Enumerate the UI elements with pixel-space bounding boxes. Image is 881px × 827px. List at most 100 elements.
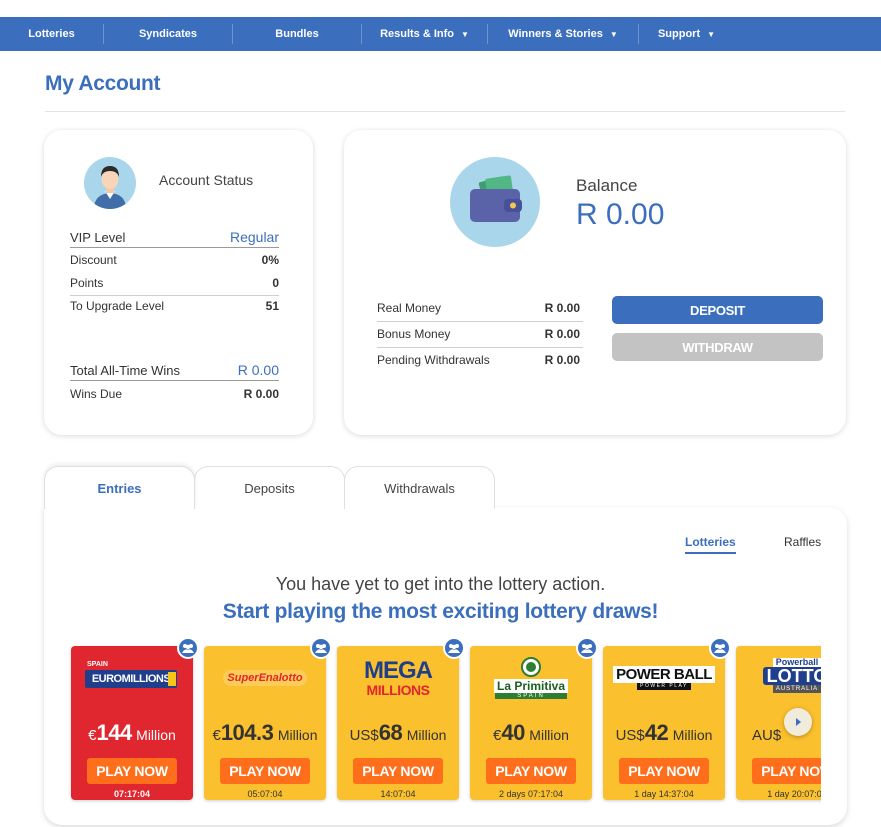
jackpot: US$42 Million: [603, 720, 725, 746]
top-nav: Lotteries Syndicates Bundles Results & I…: [0, 17, 881, 51]
play-now-button[interactable]: PLAY NOW: [353, 758, 443, 784]
discount-label: Discount: [70, 253, 117, 267]
carousel-next-button[interactable]: [784, 708, 812, 736]
divider: [70, 247, 279, 248]
nav-lotteries[interactable]: Lotteries: [0, 17, 103, 51]
logo-top-text: MEGA: [364, 657, 433, 684]
nav-label: Results & Info: [380, 28, 455, 40]
logo-main-text: MILLIONS: [366, 682, 430, 698]
withdraw-button[interactable]: WITHDRAW: [612, 333, 823, 361]
bonus-money-row: Bonus Money R 0.00: [377, 327, 580, 341]
page-title: My Account: [45, 72, 161, 95]
jackpot-unit: Million: [529, 727, 569, 743]
globe-icon: [521, 657, 541, 677]
group-play-icon: [709, 637, 731, 659]
lottery-card-mega-millions[interactable]: MEGA MILLIONS US$68 Million PLAY NOW 14:…: [337, 646, 459, 800]
jackpot-unit: Million: [406, 727, 447, 743]
play-now-button[interactable]: PLAY NOW: [220, 758, 310, 784]
draw-countdown: 1 day 14:37:04: [634, 789, 694, 799]
play-arrow-icon: [796, 718, 801, 726]
user-avatar-icon: [94, 166, 126, 209]
divider: [70, 380, 279, 381]
upgrade-label: To Upgrade Level: [70, 299, 165, 313]
logo-main-text: POWER BALL: [613, 666, 715, 683]
empty-entries-message: You have yet to get into the lottery act…: [275, 574, 606, 594]
nav-label: Support: [657, 28, 701, 40]
play-now-button[interactable]: PLAY NOW: [486, 758, 576, 784]
jackpot-amount: 144: [96, 720, 132, 745]
play-now-button[interactable]: PLAY NOW: [619, 758, 709, 784]
logo-sub-text: AUSTRALIA: [772, 685, 821, 693]
discount-row: Discount 0%: [70, 253, 279, 267]
vip-level-value: Regular: [229, 229, 279, 245]
draw-countdown: 07:17:04: [113, 789, 151, 799]
nav-support[interactable]: Support ▼: [639, 17, 734, 51]
vip-level-row: VIP Level Regular: [70, 229, 279, 245]
play-now-button[interactable]: PLAY NOW: [87, 758, 177, 784]
caret-down-icon: ▼: [461, 29, 469, 39]
upgrade-value: 51: [265, 299, 279, 313]
logo-stripe: [168, 672, 176, 686]
jackpot-unit: Million: [277, 727, 318, 743]
jackpot: US$68 Million: [337, 720, 459, 746]
lottery-card-euromillions[interactable]: SPAIN EUROMILLIONS €144 Million PLAY NOW…: [71, 646, 193, 800]
group-play-icon: [177, 637, 199, 659]
upgrade-row: To Upgrade Level 51: [70, 299, 279, 313]
jackpot-currency: US$: [615, 727, 645, 744]
nav-label: Lotteries: [28, 28, 75, 40]
real-money-value: R 0.00: [544, 301, 580, 315]
nav-syndicates[interactable]: Syndicates: [104, 17, 232, 51]
tab-withdrawals[interactable]: Withdrawals: [344, 466, 495, 509]
points-value: 0: [272, 276, 279, 290]
jackpot-unit: Million: [136, 727, 176, 743]
nav-bundles[interactable]: Bundles: [233, 17, 361, 51]
points-label: Points: [70, 276, 104, 290]
group-play-icon: [443, 637, 465, 659]
subtab-raffles[interactable]: Raffles: [784, 535, 821, 549]
bonus-money-label: Bonus Money: [377, 327, 451, 341]
wallet-icon: [470, 175, 522, 222]
account-status-card: Account Status VIP Level Regular Discoun…: [44, 130, 313, 435]
subtab-lotteries[interactable]: Lotteries: [685, 535, 736, 554]
pending-withdrawals-value: R 0.00: [544, 353, 580, 367]
jackpot-amount: 104.3: [220, 720, 274, 745]
lottery-card-la-primitiva[interactable]: La Primitiva SPAIN €40 Million PLAY NOW …: [470, 646, 592, 800]
draw-countdown: 1 day 20:07:04: [767, 789, 821, 799]
jackpot-amount: 40: [501, 720, 525, 745]
jackpot-amount: 42: [644, 720, 669, 745]
status-title: Account Status: [159, 172, 254, 188]
pending-withdrawals-label: Pending Withdrawals: [377, 353, 490, 367]
powerball-lotto-logo: Powerball LOTTO AUSTRALIA: [736, 652, 821, 704]
wins-due-row: Wins Due R 0.00: [70, 387, 279, 401]
vip-level-label: VIP Level: [70, 230, 126, 245]
wins-due-value: R 0.00: [243, 387, 279, 401]
jackpot: €144 Million: [71, 720, 193, 746]
nav-label: Syndicates: [138, 28, 198, 40]
wallet: [450, 157, 540, 247]
caret-down-icon: ▼: [707, 29, 716, 39]
nav-winners-stories[interactable]: Winners & Stories ▼: [488, 17, 638, 51]
jackpot-currency: AU$: [752, 727, 782, 744]
discount-value: 0%: [261, 253, 279, 267]
logo-main-text: La Primitiva: [493, 679, 569, 693]
tab-deposits[interactable]: Deposits: [194, 466, 345, 509]
draw-countdown: 05:07:04: [247, 789, 283, 799]
points-row: Points 0: [70, 276, 279, 290]
lottery-carousel: SPAIN EUROMILLIONS €144 Million PLAY NOW…: [66, 636, 821, 806]
nav-results-info[interactable]: Results & Info ▼: [362, 17, 487, 51]
deposit-button[interactable]: DEPOSIT: [612, 296, 823, 324]
balance-card: Balance R 0.00 Real Money R 0.00 Bonus M…: [344, 130, 846, 435]
avatar: [84, 157, 136, 209]
wins-due-label: Wins Due: [70, 387, 123, 401]
play-now-button[interactable]: PLAY NOW: [752, 758, 821, 784]
logo-sub-text: POWER PLAY: [637, 683, 691, 690]
draw-countdown: 14:07:04: [380, 789, 416, 799]
cta-message: Start playing the most exciting lottery …: [222, 600, 659, 623]
real-money-row: Real Money R 0.00: [377, 301, 580, 315]
jackpot-amount: 68: [378, 720, 403, 745]
lottery-card-superenalotto[interactable]: SuperEnalotto €104.3 Million PLAY NOW 05…: [204, 646, 326, 800]
lottery-card-powerball[interactable]: POWER BALL POWER PLAY US$42 Million PLAY…: [603, 646, 725, 800]
total-wins-row: Total All-Time Wins R 0.00: [70, 362, 279, 378]
superenalotto-logo: SuperEnalotto: [204, 652, 326, 704]
logo-main-text: LOTTO: [762, 667, 821, 685]
